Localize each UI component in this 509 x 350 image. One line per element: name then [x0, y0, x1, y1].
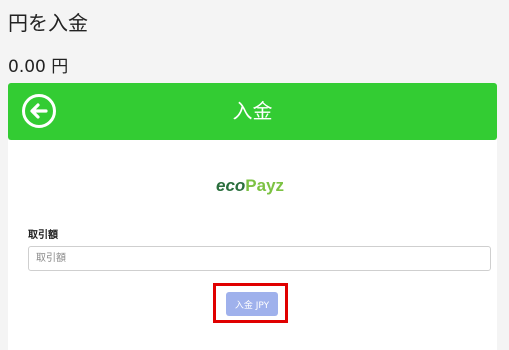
header-title: 入金 — [232, 99, 273, 123]
amount-label: 取引額 — [28, 230, 58, 241]
logo-eco: eco — [216, 176, 246, 195]
deposit-form-panel: ecoPayz 取引額 入金 JPY — [8, 140, 497, 350]
logo-payz: Payz — [245, 176, 285, 195]
deposit-header: 入金 — [8, 83, 497, 140]
ecopayz-logo: ecoPayz — [216, 174, 284, 198]
page-title: 円を入金 — [8, 11, 88, 35]
amount-input[interactable] — [28, 246, 491, 271]
deposit-jpy-button[interactable]: 入金 JPY — [226, 292, 278, 316]
balance-amount: 0.00 円 — [8, 57, 69, 77]
